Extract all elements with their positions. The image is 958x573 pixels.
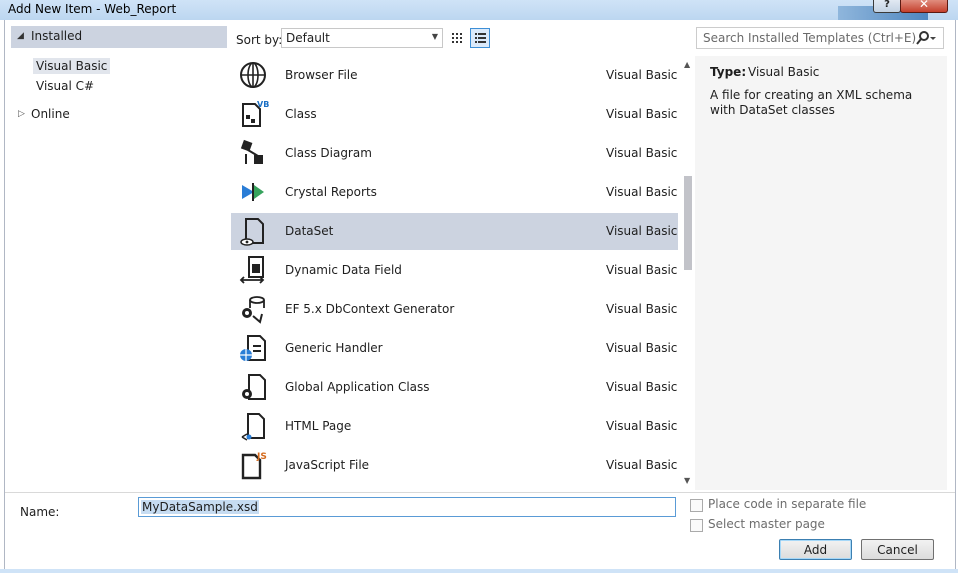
checkbox-box[interactable] <box>690 499 703 512</box>
crystal-reports-icon <box>238 177 268 207</box>
template-name: DataSet <box>285 224 334 238</box>
medium-icons-view-button[interactable] <box>447 28 467 48</box>
tree-node-online[interactable]: ▷ Online <box>11 106 227 126</box>
dialog-footer: Name: MyDataSample.xsd Place code in sep… <box>5 492 955 570</box>
tree-node-installed[interactable]: ◢ Installed <box>11 26 227 48</box>
class-icon: VB <box>238 99 269 129</box>
sort-by-dropdown[interactable]: Default ▼ <box>281 28 443 48</box>
javascript-file-icon: JS <box>238 450 268 480</box>
template-language: Visual Basic <box>606 224 678 238</box>
template-language: Visual Basic <box>606 68 678 82</box>
select-master-page-label: Select master page <box>708 517 825 531</box>
template-language: Visual Basic <box>606 458 678 472</box>
name-input-value: MyDataSample.xsd <box>141 500 259 514</box>
svg-text:VB: VB <box>257 100 269 109</box>
template-language: Visual Basic <box>606 380 678 394</box>
template-item[interactable]: Generic Handler Visual Basic <box>231 330 678 367</box>
template-list: Browser File Visual Basic VB Class Visua… <box>231 56 694 490</box>
template-name: Global Application Class <box>285 380 430 394</box>
template-language: Visual Basic <box>606 302 678 316</box>
tree-node-label: Installed <box>31 29 83 43</box>
collapse-arrow-icon[interactable]: ◢ <box>17 31 24 41</box>
template-language: Visual Basic <box>606 185 678 199</box>
tree-node-visual-basic[interactable]: Visual Basic <box>33 58 111 74</box>
details-type-value: Visual Basic <box>748 65 820 79</box>
search-templates-input[interactable]: Search Installed Templates (Ctrl+E) <box>696 27 944 49</box>
generic-handler-icon <box>238 333 268 363</box>
template-name: Crystal Reports <box>285 185 377 199</box>
search-placeholder: Search Installed Templates (Ctrl+E) <box>703 31 917 45</box>
template-name: Class Diagram <box>285 146 372 160</box>
close-button[interactable]: ✕ <box>900 0 948 13</box>
template-item-selected[interactable]: DataSet Visual Basic <box>231 213 678 250</box>
sort-by-value: Default <box>286 31 330 45</box>
place-code-label: Place code in separate file <box>708 497 867 511</box>
svg-text:JS: JS <box>256 452 267 462</box>
template-item[interactable]: EF 5.x DbContext Generator Visual Basic <box>231 291 678 328</box>
grid-view-icon <box>452 33 462 43</box>
template-language: Visual Basic <box>606 341 678 355</box>
cancel-button[interactable]: Cancel <box>861 539 934 560</box>
name-label: Name: <box>20 505 60 519</box>
template-item[interactable]: VB Class Visual Basic <box>231 96 678 133</box>
template-item[interactable]: Browser File Visual Basic <box>231 57 678 94</box>
template-item[interactable]: Global Application Class Visual Basic <box>231 369 678 406</box>
template-language: Visual Basic <box>606 107 678 121</box>
template-name: Generic Handler <box>285 341 383 355</box>
global-app-class-icon <box>238 372 268 402</box>
help-button[interactable]: ? <box>873 0 901 13</box>
template-name: Class <box>285 107 317 121</box>
expand-arrow-icon[interactable]: ▷ <box>18 109 25 119</box>
title-bar: Add New Item - Web_Report ? ✕ <box>0 0 958 21</box>
dialog-body: ◢ Installed Visual Basic Visual C# ▷ Onl… <box>4 20 956 570</box>
ef-generator-icon <box>238 294 268 324</box>
template-item[interactable]: Dynamic Data Field Visual Basic <box>231 252 678 289</box>
scroll-down-arrow-icon[interactable]: ▼ <box>684 476 690 485</box>
template-item[interactable]: Crystal Reports Visual Basic <box>231 174 678 211</box>
search-icon[interactable] <box>915 30 937 49</box>
template-item[interactable]: Class Diagram Visual Basic <box>231 135 678 172</box>
sort-by-label: Sort by: <box>236 33 283 47</box>
tree-node-visual-csharp[interactable]: Visual C# <box>33 78 97 94</box>
browser-file-icon <box>238 60 268 90</box>
name-input[interactable]: MyDataSample.xsd <box>138 497 676 517</box>
add-button[interactable]: Add <box>779 539 852 560</box>
template-language: Visual Basic <box>606 419 678 433</box>
checkbox-box[interactable] <box>690 519 703 532</box>
template-item[interactable]: JS JavaScript File Visual Basic <box>231 447 678 484</box>
template-name: JavaScript File <box>285 458 370 472</box>
template-list-scrollbar[interactable]: ▲ ▼ <box>681 56 695 490</box>
template-name: Dynamic Data Field <box>285 263 402 277</box>
details-type-label: Type: <box>710 65 747 79</box>
scroll-up-arrow-icon[interactable]: ▲ <box>684 60 690 69</box>
template-language: Visual Basic <box>606 146 678 160</box>
tree-node-label: Online <box>31 107 70 121</box>
class-diagram-icon <box>238 138 268 168</box>
template-language: Visual Basic <box>606 263 678 277</box>
scrollbar-thumb[interactable] <box>684 176 692 270</box>
template-name: HTML Page <box>285 419 352 433</box>
template-name: EF 5.x DbContext Generator <box>285 302 455 316</box>
template-name: Browser File <box>285 68 358 82</box>
template-tree: ◢ Installed Visual Basic Visual C# ▷ Onl… <box>11 26 227 490</box>
template-details-pane: Type: Visual Basic A file for creating a… <box>695 56 947 490</box>
html-page-icon <box>238 411 268 441</box>
window-title: Add New Item - Web_Report <box>8 2 177 16</box>
help-icon: ? <box>884 0 890 10</box>
dataset-icon <box>238 216 268 246</box>
dynamic-data-field-icon <box>238 255 268 285</box>
template-item[interactable]: HTML Page Visual Basic <box>231 408 678 445</box>
dropdown-arrow-icon: ▼ <box>431 32 438 41</box>
details-description: A file for creating an XML schema with D… <box>710 88 913 117</box>
close-icon: ✕ <box>918 0 930 11</box>
list-view-icon <box>475 33 486 43</box>
list-view-button[interactable] <box>470 28 490 48</box>
window-frame-bottom <box>0 569 958 573</box>
